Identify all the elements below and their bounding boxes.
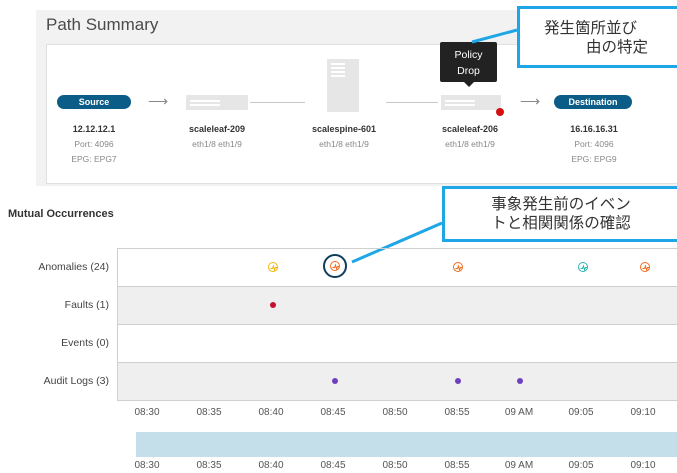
- mutual-occurrences-title: Mutual Occurrences: [8, 208, 114, 220]
- time-tick: 09 AM: [504, 407, 534, 418]
- time-tick: 08:45: [320, 407, 346, 418]
- row-label-anomalies: Anomalies (24): [38, 261, 109, 273]
- anomaly-icon[interactable]: [640, 262, 650, 272]
- anomaly-icon[interactable]: [268, 262, 278, 272]
- anomaly-icon[interactable]: [330, 261, 340, 271]
- row-anomalies: [117, 248, 677, 286]
- row-label-events: Events (0): [61, 337, 109, 349]
- time-tick: 08:30: [134, 407, 160, 418]
- time-tick: 08:55: [444, 407, 470, 418]
- brush-tick: 08:45: [320, 460, 346, 471]
- brush-tick: 08:30: [134, 460, 160, 471]
- anomaly-icon[interactable]: [453, 262, 463, 272]
- fault-marker[interactable]: [270, 302, 276, 308]
- time-tick: 08:40: [258, 407, 284, 418]
- row-faults: [117, 286, 677, 324]
- brush-tick: 09 AM: [504, 460, 534, 471]
- grid-left-border: [117, 248, 118, 400]
- audit-log-marker[interactable]: [332, 378, 338, 384]
- brush-tick: 09:10: [630, 460, 656, 471]
- brush-tick: 08:35: [196, 460, 222, 471]
- time-tick: 09:05: [568, 407, 594, 418]
- grid-bottom-border: [117, 400, 677, 401]
- audit-log-marker[interactable]: [517, 378, 523, 384]
- callout-middle: 事象発生前のイベン トと相関関係の確認: [442, 186, 677, 242]
- time-tick: 08:35: [196, 407, 222, 418]
- anomaly-icon[interactable]: [578, 262, 588, 272]
- callout-middle-line2: トと相関関係の確認: [491, 215, 631, 232]
- row-audit-logs: [117, 362, 677, 400]
- time-range-brush[interactable]: [136, 432, 677, 457]
- time-tick: 08:50: [382, 407, 408, 418]
- brush-tick: 09:05: [568, 460, 594, 471]
- row-label-faults: Faults (1): [64, 299, 109, 311]
- brush-tick: 08:50: [382, 460, 408, 471]
- time-tick: 09:10: [630, 407, 656, 418]
- row-label-audit-logs: Audit Logs (3): [43, 375, 109, 387]
- callout-middle-line1: 事象発生前のイベン: [491, 196, 631, 213]
- brush-tick: 08:55: [444, 460, 470, 471]
- row-events: [117, 324, 677, 362]
- audit-log-marker[interactable]: [455, 378, 461, 384]
- brush-tick: 08:40: [258, 460, 284, 471]
